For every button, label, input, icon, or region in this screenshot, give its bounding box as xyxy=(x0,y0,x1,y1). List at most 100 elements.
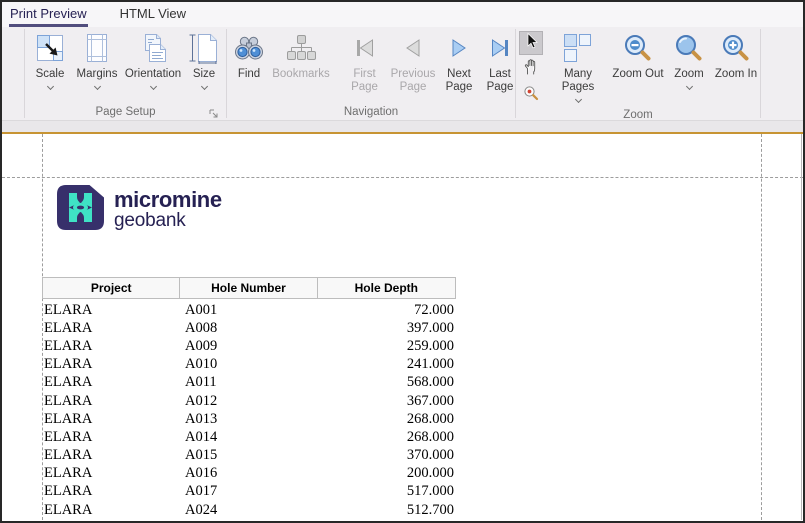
next-page-label: Next Page xyxy=(439,68,479,94)
chevron-down-icon xyxy=(149,83,156,90)
pan-tool-button[interactable] xyxy=(519,57,543,81)
previous-page-button[interactable]: Previous Page xyxy=(387,31,439,94)
table-cell: ELARA xyxy=(42,410,180,428)
next-page-button[interactable]: Next Page xyxy=(439,31,479,94)
zoom-region-tool-button[interactable] xyxy=(519,83,543,107)
first-page-icon xyxy=(349,32,381,69)
micromine-logo-icon xyxy=(56,184,105,236)
brand-name-geobank: geobank xyxy=(114,211,222,231)
table-row: ELARAA017517.000 xyxy=(42,483,456,501)
last-page-icon xyxy=(484,32,516,69)
bookmarks-icon xyxy=(285,32,317,69)
margins-label: Margins xyxy=(77,68,118,81)
right-margin-guide xyxy=(761,134,762,520)
size-button[interactable]: Size xyxy=(184,31,224,89)
column-header-hole-depth: Hole Depth xyxy=(318,278,455,298)
chevron-down-icon xyxy=(46,83,53,90)
table-cell: 268.000 xyxy=(318,410,456,428)
brand-name-micromine: micromine xyxy=(114,189,222,211)
group-label-zoom: Zoom xyxy=(623,109,652,121)
table-cell: 568.000 xyxy=(318,374,456,392)
orientation-button[interactable]: Orientation xyxy=(122,31,184,89)
pointer-icon xyxy=(522,32,540,55)
table-cell: ELARA xyxy=(42,483,180,501)
previous-page-label: Previous Page xyxy=(387,68,439,94)
zoom-out-label: Zoom Out xyxy=(612,68,663,81)
find-label: Find xyxy=(238,68,260,81)
ribbon-bottom-strip xyxy=(2,120,803,132)
find-button[interactable]: Find xyxy=(230,31,268,81)
top-margin-guide xyxy=(2,177,803,178)
table-cell: A016 xyxy=(180,465,318,483)
orientation-icon xyxy=(137,32,169,69)
first-page-label: First Page xyxy=(342,68,387,94)
zoom-button[interactable]: Zoom xyxy=(667,31,711,89)
find-icon xyxy=(233,32,265,69)
micromine-geobank-logo: micromine geobank xyxy=(56,184,222,236)
table-body: ELARAA00172.000ELARAA008397.000ELARAA009… xyxy=(42,301,456,519)
table-cell: ELARA xyxy=(42,392,180,410)
table-cell: A012 xyxy=(180,392,318,410)
bookmarks-label: Bookmarks xyxy=(272,68,330,81)
ribbon: Scale Margins xyxy=(2,27,803,120)
table-cell: ELARA xyxy=(42,428,180,446)
page-right-edge xyxy=(801,134,802,520)
table-cell: 200.000 xyxy=(318,465,456,483)
orientation-label: Orientation xyxy=(125,68,181,81)
group-label-page-setup: Page Setup xyxy=(95,106,155,118)
table-cell: A010 xyxy=(180,356,318,374)
table-cell: ELARA xyxy=(42,319,180,337)
table-cell: 268.000 xyxy=(318,428,456,446)
many-pages-icon xyxy=(562,32,594,69)
size-label: Size xyxy=(193,68,215,81)
zoom-icon xyxy=(673,32,705,69)
table-cell: ELARA xyxy=(42,356,180,374)
many-pages-label: Many Pages xyxy=(547,68,609,94)
table-cell: 512.700 xyxy=(318,501,456,519)
pointer-tool-button[interactable] xyxy=(519,31,543,55)
first-page-button[interactable]: First Page xyxy=(342,31,387,94)
zoom-out-button[interactable]: Zoom Out xyxy=(609,31,667,81)
table-cell: 367.000 xyxy=(318,392,456,410)
table-cell: ELARA xyxy=(42,501,180,519)
table-row: ELARAA024512.700 xyxy=(42,501,456,519)
bookmarks-button[interactable]: Bookmarks xyxy=(268,31,334,81)
many-pages-button[interactable]: Many Pages xyxy=(547,31,609,102)
table-cell: A017 xyxy=(180,483,318,501)
table-row: ELARAA015370.000 xyxy=(42,447,456,465)
page-setup-dialog-launcher-icon[interactable] xyxy=(208,106,219,117)
next-page-icon xyxy=(443,32,475,69)
margins-icon xyxy=(81,32,113,69)
hand-icon xyxy=(522,58,540,81)
table-row: ELARAA016200.000 xyxy=(42,465,456,483)
scale-button[interactable]: Scale xyxy=(28,31,72,89)
group-separator xyxy=(760,29,761,118)
column-header-project: Project xyxy=(43,278,180,298)
table-cell: 241.000 xyxy=(318,356,456,374)
table-cell: A015 xyxy=(180,447,318,465)
document-preview[interactable]: micromine geobank Project Hole Number Ho… xyxy=(2,134,803,520)
chevron-down-icon xyxy=(685,83,692,90)
table-row: ELARAA008397.000 xyxy=(42,319,456,337)
table-row: ELARAA00172.000 xyxy=(42,301,456,319)
table-cell: A013 xyxy=(180,410,318,428)
tab-print-preview[interactable]: Print Preview xyxy=(9,2,88,27)
zoom-label: Zoom xyxy=(674,68,703,81)
table-row: ELARAA009259.000 xyxy=(42,337,456,355)
table-cell: 370.000 xyxy=(318,447,456,465)
table-cell: A008 xyxy=(180,319,318,337)
ribbon-tab-bar: Print Preview HTML View xyxy=(2,2,803,27)
table-cell: 517.000 xyxy=(318,483,456,501)
table-cell: 397.000 xyxy=(318,319,456,337)
zoom-out-icon xyxy=(622,32,654,69)
table-cell: ELARA xyxy=(42,447,180,465)
table-header: Project Hole Number Hole Depth xyxy=(42,277,456,299)
table-cell: A011 xyxy=(180,374,318,392)
zoom-in-label: Zoom In xyxy=(715,68,757,81)
group-label-navigation: Navigation xyxy=(344,106,398,118)
table-row: ELARAA011568.000 xyxy=(42,374,456,392)
table-cell: A014 xyxy=(180,428,318,446)
tab-html-view[interactable]: HTML View xyxy=(119,2,187,27)
zoom-in-button[interactable]: Zoom In xyxy=(711,31,761,81)
margins-button[interactable]: Margins xyxy=(72,31,122,89)
